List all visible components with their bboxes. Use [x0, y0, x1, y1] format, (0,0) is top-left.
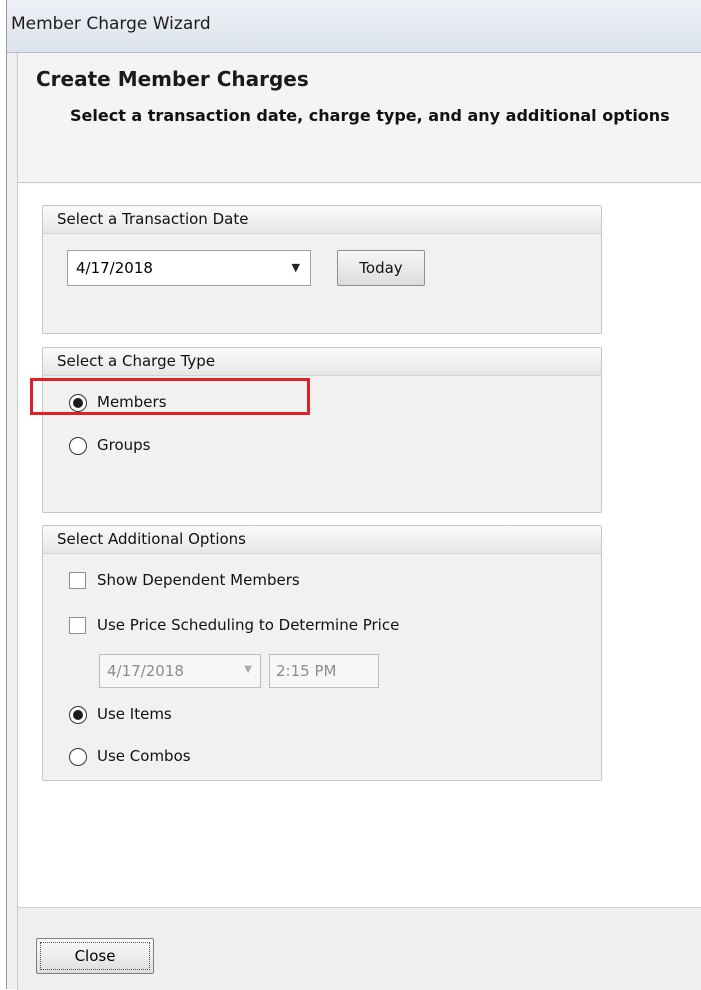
show-dependent-members-label: Show Dependent Members	[97, 571, 300, 589]
title-bar: Member Charge Wizard	[7, 0, 701, 53]
today-button[interactable]: Today	[337, 250, 425, 286]
use-price-scheduling-checkbox[interactable]	[69, 617, 86, 634]
wizard-footer: Close	[17, 907, 701, 990]
window-title: Member Charge Wizard	[11, 14, 211, 34]
chevron-down-icon[interactable]: ▼	[292, 261, 300, 274]
transaction-date-value: 4/17/2018	[76, 259, 153, 277]
radio-selected-dot	[73, 710, 83, 720]
radio-button[interactable]	[69, 437, 87, 455]
transaction-date-picker[interactable]: 4/17/2018 ▼	[67, 250, 311, 286]
schedule-time-value: 2:15 PM	[276, 662, 337, 680]
close-button[interactable]: Close	[36, 938, 154, 974]
page-subtitle: Select a transaction date, charge type, …	[70, 106, 670, 125]
chevron-down-icon: ▼	[244, 664, 252, 675]
member-charge-wizard-window: Member Charge Wizard Create Member Charg…	[6, 0, 701, 990]
schedule-time-field: 2:15 PM	[269, 654, 379, 688]
radio-use-items-label: Use Items	[97, 705, 172, 723]
schedule-date-picker: 4/17/2018 ▼	[99, 654, 261, 688]
schedule-date-value: 4/17/2018	[107, 662, 184, 680]
transaction-date-heading: Select a Transaction Date	[43, 206, 601, 234]
charge-type-group: Select a Charge Type Members Groups	[42, 347, 602, 513]
wizard-header: Create Member Charges Select a transacti…	[17, 53, 701, 183]
use-price-scheduling-label: Use Price Scheduling to Determine Price	[97, 616, 400, 634]
show-dependent-members-checkbox[interactable]	[69, 572, 86, 589]
additional-options-heading: Select Additional Options	[43, 526, 601, 554]
additional-options-group: Select Additional Options Show Dependent…	[42, 525, 602, 781]
radio-use-combos-label: Use Combos	[97, 747, 191, 765]
radio-button[interactable]	[69, 748, 87, 766]
highlight-box	[30, 378, 310, 415]
wizard-content: Select a Transaction Date 4/17/2018 ▼ To…	[17, 183, 701, 907]
transaction-date-group: Select a Transaction Date 4/17/2018 ▼ To…	[42, 205, 602, 334]
radio-button[interactable]	[69, 706, 87, 724]
charge-type-heading: Select a Charge Type	[43, 348, 601, 376]
page-title: Create Member Charges	[36, 67, 309, 91]
radio-groups-label: Groups	[97, 436, 151, 454]
